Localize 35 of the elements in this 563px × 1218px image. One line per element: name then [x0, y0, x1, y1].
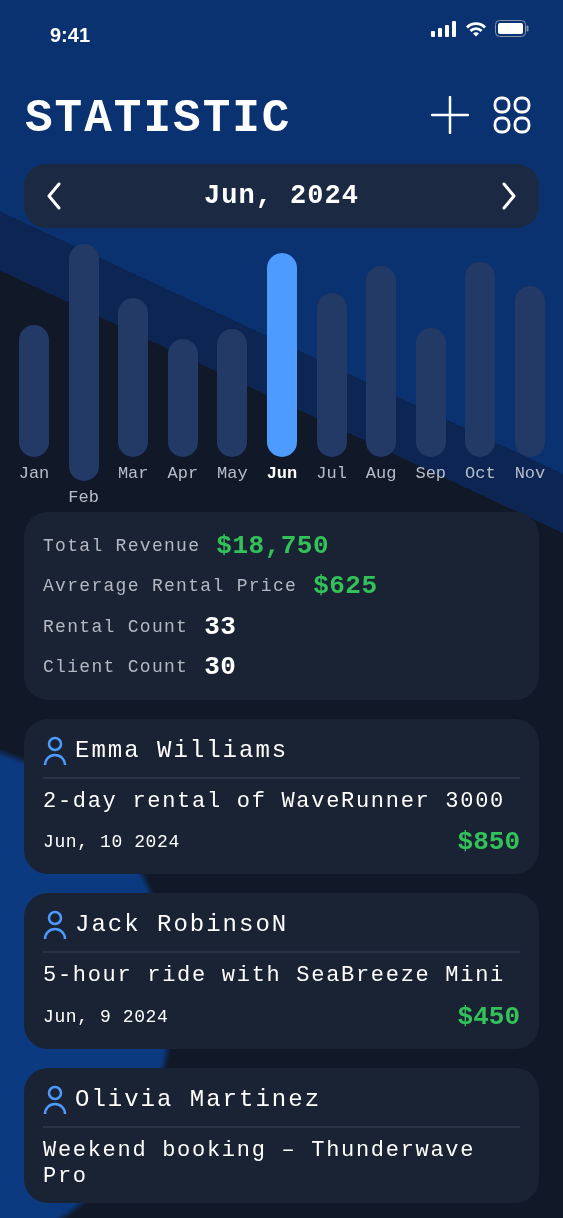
month-name[interactable]: Aug — [365, 460, 397, 486]
status-time: 9:41 — [50, 23, 91, 48]
rental-description: 2-day rental of WaveRunner 3000 — [43, 789, 506, 816]
month-name[interactable]: Jan — [18, 460, 50, 486]
stat-label: Total Revenue — [43, 534, 201, 558]
month-name[interactable]: Oct — [465, 460, 496, 486]
month-label: Jun, 2024 — [204, 179, 359, 213]
page-title: STATISTIC — [25, 96, 292, 142]
client-name: Olivia Martinez — [75, 1084, 322, 1115]
month-name[interactable]: Apr — [167, 460, 199, 486]
month-name[interactable]: Jul — [316, 460, 347, 486]
rental-description: 5-hour ride with SeaBreeze Mini — [43, 963, 506, 990]
stat-label: Client Count — [43, 656, 189, 680]
rental-date: Jun, 9 2024 — [43, 1005, 169, 1029]
stat-label: Avrerage Rental Price — [43, 575, 298, 599]
stat-value: 33 — [204, 610, 237, 644]
month-name[interactable]: Feb — [68, 485, 99, 511]
rental-amount: $850 — [457, 826, 520, 860]
rental-date: Jun, 10 2024 — [43, 831, 180, 855]
client-name: Jack RobinsoN — [75, 910, 289, 941]
stat-value: 30 — [204, 651, 237, 685]
rental-description: Weekend booking – Thunderwave Pro — [43, 1137, 477, 1191]
stat-value: $625 — [313, 570, 378, 604]
rental-amount: $450 — [457, 1000, 520, 1034]
rental-card[interactable]: Emma Williams 2-day rental of WaveRunner 3000 Jun, 10 2024 $850 — [24, 719, 539, 875]
stat-value: $18,750 — [216, 529, 330, 563]
month-name[interactable]: Jun — [266, 460, 298, 486]
month-name[interactable]: Mar — [117, 460, 149, 486]
month-name[interactable]: May — [217, 460, 248, 486]
month-name[interactable]: Sep — [415, 460, 447, 486]
client-name: Emma Williams — [75, 736, 289, 766]
stat-label: Rental Count — [43, 615, 189, 639]
month-name[interactable]: Nov — [514, 460, 546, 486]
rental-card[interactable]: Olivia Martinez Weekend booking – Thunderwave Pro — [24, 1067, 539, 1203]
rental-card[interactable]: Jack RobinsoN 5-hour ride with SeaBreeze Mini Jun, 9 2024 $450 — [24, 893, 539, 1049]
